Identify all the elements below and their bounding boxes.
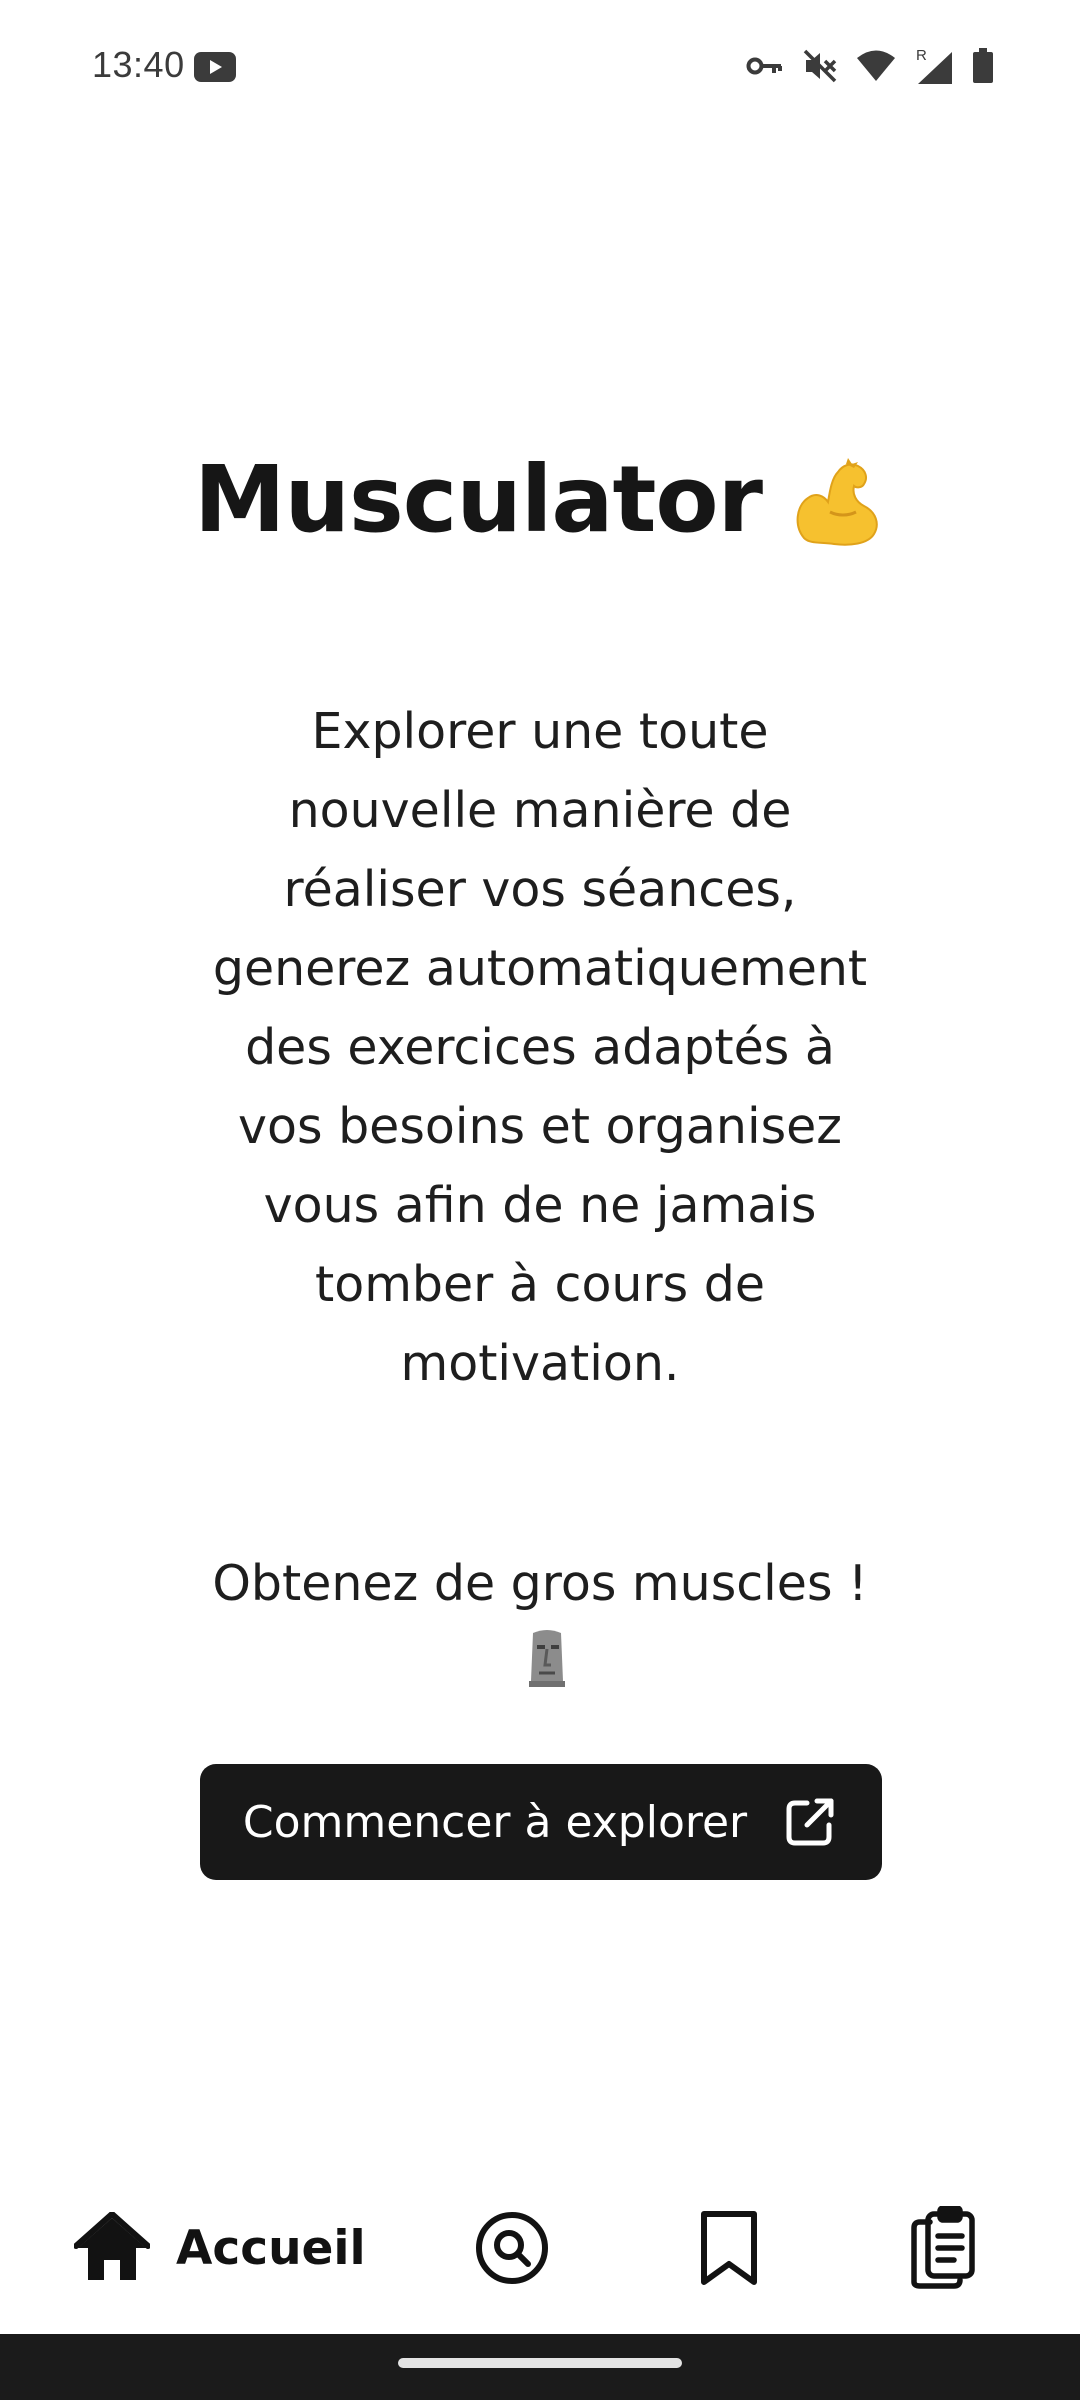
home-icon (74, 2212, 150, 2280)
wifi-icon (857, 50, 895, 81)
bookmark-icon (701, 2211, 757, 2285)
signal-roaming-icon: R (916, 47, 952, 84)
svg-text:R: R (916, 47, 927, 64)
status-time: 13:40 (92, 44, 185, 85)
moai-icon (529, 1630, 565, 1687)
vibrate-off-icon (803, 49, 837, 83)
status-bar: 13:40 R (0, 0, 1080, 130)
tagline-text: Obtenez de gros muscles ! (212, 1555, 868, 1612)
nav-home-label: Accueil (176, 2220, 366, 2276)
flexed-biceps-icon (796, 457, 878, 546)
intro-description: Explorer une toute nouvelle manière de r… (212, 703, 868, 1392)
nav-item-saved[interactable] (694, 2198, 764, 2298)
battery-icon (973, 48, 993, 83)
clipboard-list-icon (911, 2206, 975, 2289)
external-link-icon (786, 1798, 834, 1846)
vpn-key-icon (746, 57, 782, 75)
youtube-icon (194, 52, 236, 82)
start-exploring-button[interactable]: Commencer à explorer (200, 1764, 882, 1880)
app-title-text: Musculator (193, 446, 763, 554)
gesture-navigation-bar (0, 2334, 1080, 2400)
home-gesture-handle[interactable] (398, 2358, 682, 2368)
start-exploring-label: Commencer à explorer (242, 1796, 748, 1848)
nav-item-plans[interactable] (908, 2198, 978, 2298)
search-icon (476, 2212, 548, 2284)
tagline: Obtenez de gros muscles ! (180, 1544, 900, 1702)
app-title: Musculator (0, 440, 1080, 553)
status-icons: R (746, 46, 994, 86)
home-screen: 13:40 R Musculator Explorer une toute no… (0, 0, 1080, 2400)
nav-item-search[interactable] (472, 2198, 552, 2298)
bottom-navigation: Accueil (0, 2170, 1080, 2330)
nav-item-home[interactable]: Accueil (74, 2198, 366, 2298)
